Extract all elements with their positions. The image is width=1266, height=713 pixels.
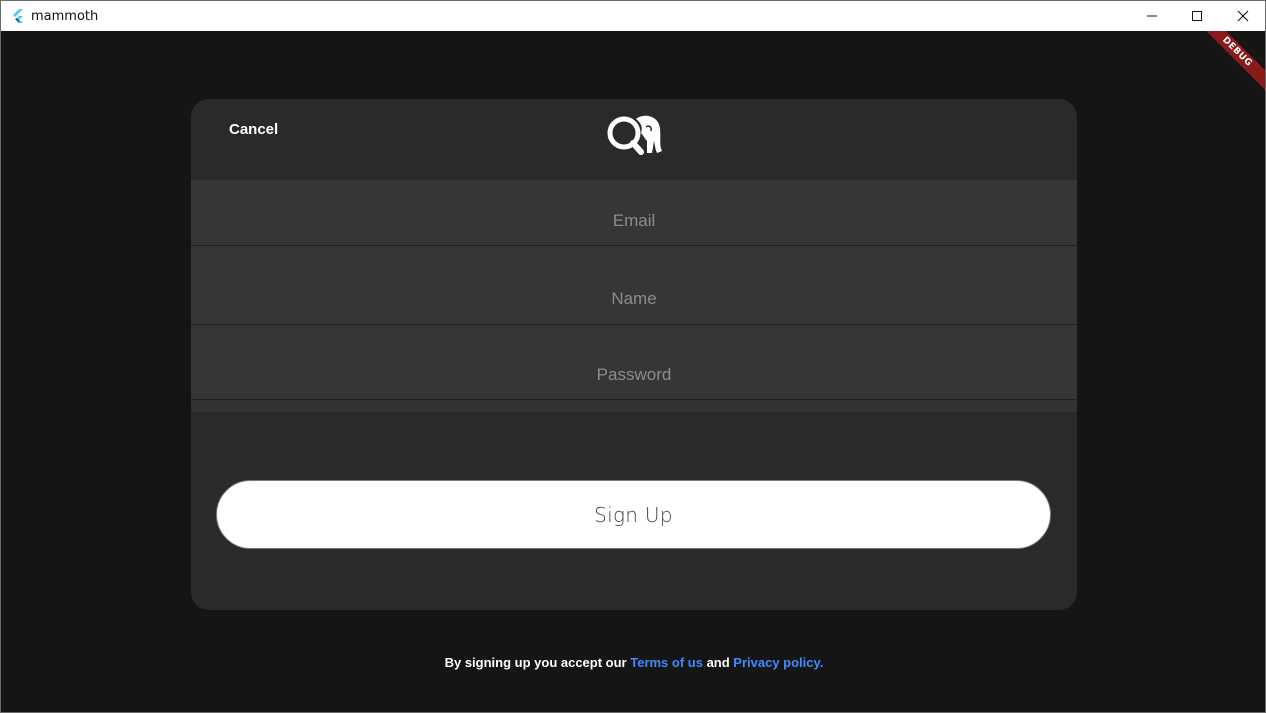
debug-banner: DEBUG [1189,31,1265,100]
flutter-icon [13,9,23,23]
close-icon [1237,10,1249,22]
privacy-link[interactable]: Privacy policy. [733,655,823,670]
window-title: mammoth [31,9,99,24]
password-field[interactable] [191,325,1077,400]
terms-notice: By signing up you accept our Terms of us… [1,655,1265,670]
terms-connector: and [702,655,734,670]
name-input[interactable] [191,289,1077,309]
cancel-button[interactable]: Cancel [229,121,278,138]
password-input[interactable] [191,365,1077,385]
email-input[interactable] [191,211,1077,231]
field-divider-strip [191,400,1077,412]
app-canvas: DEBUG Cancel Sign Up By signing up you a… [0,31,1266,713]
card-header: Cancel [191,99,1077,180]
sign-up-button[interactable]: Sign Up [216,480,1051,549]
name-field[interactable] [191,246,1077,325]
minimize-button[interactable] [1129,1,1175,31]
maximize-button[interactable] [1174,1,1220,31]
email-field[interactable] [191,180,1077,246]
terms-prefix: By signing up you accept our [444,655,631,670]
mammoth-logo-icon [607,115,662,155]
signup-card: Cancel Sign Up [191,99,1077,610]
window-titlebar: mammoth [0,0,1266,31]
terms-link[interactable]: Terms of us [630,655,703,670]
close-button[interactable] [1220,1,1266,31]
maximize-icon [1192,11,1202,21]
minimize-icon [1147,15,1157,17]
